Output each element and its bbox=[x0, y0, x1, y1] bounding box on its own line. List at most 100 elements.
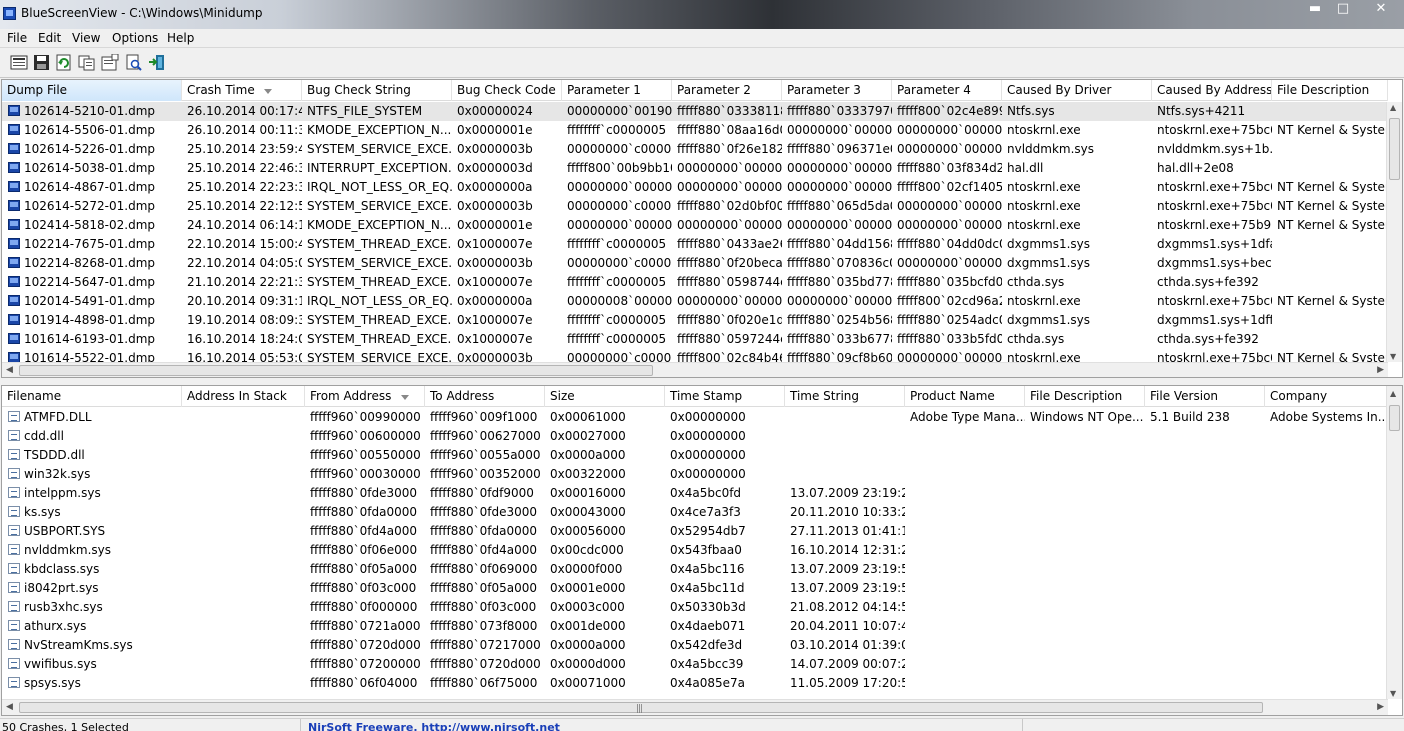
menu-file[interactable]: File bbox=[7, 31, 27, 45]
col-parameter-3[interactable]: Parameter 3 bbox=[782, 80, 892, 101]
col-bug-check-string[interactable]: Bug Check String bbox=[302, 80, 452, 101]
dump-file-icon bbox=[8, 200, 20, 211]
table-row[interactable]: 102014-5491-01.dmp 20.10.2014 09:31:16 IRQ… bbox=[2, 292, 1388, 311]
table-row[interactable]: 102214-7675-01.dmp 22.10.2014 15:00:43 SYS… bbox=[2, 235, 1388, 254]
table-row[interactable]: USBPORT.SYS fffff880`0fd4a000 fffff880`0fd… bbox=[2, 522, 1388, 541]
crash-list-vscroll[interactable]: ▲ ▼ bbox=[1386, 102, 1402, 362]
col-file-description[interactable]: File Description bbox=[1025, 386, 1145, 407]
col-caused-by-driver[interactable]: Caused By Driver bbox=[1002, 80, 1152, 101]
col-size[interactable]: Size bbox=[545, 386, 665, 407]
table-row[interactable]: NvStreamKms.sys fffff880`0720d000 fffff880… bbox=[2, 636, 1388, 655]
table-row[interactable]: athurx.sys fffff880`0721a000 fffff880`073f… bbox=[2, 617, 1388, 636]
col-filename[interactable]: Filename bbox=[2, 386, 182, 407]
table-row[interactable]: 102614-5226-01.dmp 25.10.2014 23:59:47 SYS… bbox=[2, 140, 1388, 159]
close-button[interactable]: ✕ bbox=[1358, 0, 1404, 20]
table-row[interactable]: vwifibus.sys fffff880`07200000 fffff880`07… bbox=[2, 655, 1388, 674]
scroll-thumb[interactable] bbox=[1389, 405, 1400, 431]
col-company[interactable]: Company bbox=[1265, 386, 1388, 407]
table-row[interactable]: 102614-5210-01.dmp 26.10.2014 00:17:42 NTF… bbox=[2, 102, 1388, 121]
table-row[interactable]: rusb3xhc.sys fffff880`0f000000 fffff880`0f… bbox=[2, 598, 1388, 617]
find-icon[interactable] bbox=[125, 54, 143, 71]
save-all-icon[interactable] bbox=[10, 54, 28, 71]
col-crash-time[interactable]: Crash Time bbox=[182, 80, 302, 101]
cell-caused-by-driver: ntoskrnl.exe bbox=[1007, 180, 1081, 194]
col-file-version[interactable]: File Version bbox=[1145, 386, 1265, 407]
col-to-address[interactable]: To Address bbox=[425, 386, 545, 407]
driver-list-hscroll[interactable]: ◀ ||| ▶ bbox=[2, 699, 1388, 715]
table-row[interactable]: ks.sys fffff880`0fda0000 fffff880`0fde3000… bbox=[2, 503, 1388, 522]
cell-file-description bbox=[1272, 140, 1388, 159]
table-row[interactable]: 102614-5038-01.dmp 25.10.2014 22:46:30 INT… bbox=[2, 159, 1388, 178]
cell-from-address: fffff880`0f05a000 bbox=[310, 562, 418, 576]
col-caused-by-address[interactable]: Caused By Address bbox=[1152, 80, 1272, 101]
hscroll-thumb[interactable] bbox=[19, 365, 653, 376]
scroll-left-icon[interactable]: ◀ bbox=[6, 702, 13, 712]
table-row[interactable]: TSDDD.dll fffff960`00550000 fffff960`0055a… bbox=[2, 446, 1388, 465]
col-file-description[interactable]: File Description bbox=[1272, 80, 1388, 101]
cell-time-string bbox=[785, 427, 905, 446]
scroll-up-icon[interactable]: ▲ bbox=[1390, 389, 1396, 398]
save-selected-icon[interactable] bbox=[33, 54, 51, 71]
nirsoft-link[interactable]: NirSoft Freeware. http://www.nirsoft.net bbox=[308, 721, 560, 731]
scroll-right-icon[interactable]: ▶ bbox=[1377, 702, 1384, 712]
table-row[interactable]: spsys.sys fffff880`06f04000 fffff880`06f75… bbox=[2, 674, 1388, 693]
col-parameter-2[interactable]: Parameter 2 bbox=[672, 80, 782, 101]
col-address-in-stack[interactable]: Address In Stack bbox=[182, 386, 305, 407]
hscroll-thumb[interactable]: ||| bbox=[19, 702, 1263, 714]
menu-view[interactable]: View bbox=[72, 31, 100, 45]
menu-options[interactable]: Options bbox=[112, 31, 158, 45]
table-row[interactable]: 102214-5647-01.dmp 21.10.2014 22:21:34 SYS… bbox=[2, 273, 1388, 292]
menu-help[interactable]: Help bbox=[167, 31, 194, 45]
minimize-button[interactable]: ▬ bbox=[1302, 0, 1328, 20]
scroll-up-icon[interactable]: ▲ bbox=[1390, 103, 1396, 112]
table-row[interactable]: 102614-5272-01.dmp 25.10.2014 22:12:52 SYS… bbox=[2, 197, 1388, 216]
maximize-button[interactable]: □ bbox=[1330, 0, 1356, 20]
dump-file-icon bbox=[8, 257, 20, 268]
cell-time-stamp: 0x4daeb071 bbox=[670, 619, 746, 633]
col-parameter-1[interactable]: Parameter 1 bbox=[562, 80, 672, 101]
table-row[interactable]: i8042prt.sys fffff880`0f03c000 fffff880`0f… bbox=[2, 579, 1388, 598]
scroll-right-icon[interactable]: ▶ bbox=[1377, 365, 1384, 375]
scroll-left-icon[interactable]: ◀ bbox=[6, 365, 13, 375]
table-row[interactable]: 102214-8268-01.dmp 22.10.2014 04:05:09 SYS… bbox=[2, 254, 1388, 273]
table-row[interactable]: 102614-4867-01.dmp 25.10.2014 22:23:34 IRQ… bbox=[2, 178, 1388, 197]
cell-address-in-stack bbox=[182, 560, 305, 579]
col-time-string[interactable]: Time String bbox=[785, 386, 905, 407]
cell-file-description bbox=[1025, 655, 1145, 674]
table-row[interactable]: 102614-5506-01.dmp 26.10.2014 00:11:36 KMO… bbox=[2, 121, 1388, 140]
table-row[interactable]: cdd.dll fffff960`00600000 fffff960`0062700… bbox=[2, 427, 1388, 446]
table-row[interactable]: 101614-6193-01.dmp 16.10.2014 18:24:07 SYS… bbox=[2, 330, 1388, 349]
col-bug-check-code[interactable]: Bug Check Code bbox=[452, 80, 562, 101]
properties-icon[interactable] bbox=[101, 54, 119, 71]
table-row[interactable]: ATMFD.DLL fffff960`00990000 fffff960`009f1… bbox=[2, 408, 1388, 427]
table-row[interactable]: intelppm.sys fffff880`0fde3000 fffff880`0f… bbox=[2, 484, 1388, 503]
scroll-down-icon[interactable]: ▼ bbox=[1390, 352, 1396, 361]
table-row[interactable]: win32k.sys fffff960`00030000 fffff960`0035… bbox=[2, 465, 1388, 484]
col-dump-file[interactable]: Dump File bbox=[2, 80, 182, 101]
cell-address-in-stack bbox=[182, 427, 305, 446]
scroll-down-icon[interactable]: ▼ bbox=[1390, 689, 1396, 698]
cell-product-name bbox=[905, 446, 1025, 465]
col-from-address[interactable]: From Address bbox=[305, 386, 425, 407]
cell-caused-by-driver: ntoskrnl.exe bbox=[1007, 123, 1081, 137]
exit-icon[interactable] bbox=[148, 54, 166, 71]
driver-file-icon bbox=[8, 506, 20, 517]
col-product-name[interactable]: Product Name bbox=[905, 386, 1025, 407]
cell-to-address: fffff880`06f75000 bbox=[430, 676, 538, 690]
copy-icon[interactable] bbox=[78, 54, 96, 71]
table-row[interactable]: nvlddmkm.sys fffff880`0f06e000 fffff880`0f… bbox=[2, 541, 1388, 560]
cell-caused-by-address: hal.dll+2e08 bbox=[1157, 161, 1234, 175]
crash-list-hscroll[interactable]: ◀ ▶ bbox=[2, 362, 1388, 377]
cell-to-address: fffff880`07217000 bbox=[430, 638, 541, 652]
scroll-thumb[interactable] bbox=[1389, 118, 1400, 180]
driver-list-vscroll[interactable]: ▲ ▼ bbox=[1386, 386, 1402, 699]
table-row[interactable]: 102414-5818-02.dmp 24.10.2014 06:14:12 KMO… bbox=[2, 216, 1388, 235]
menu-edit[interactable]: Edit bbox=[38, 31, 61, 45]
col-parameter-4[interactable]: Parameter 4 bbox=[892, 80, 1002, 101]
table-row[interactable]: kbdclass.sys fffff880`0f05a000 fffff880`0f… bbox=[2, 560, 1388, 579]
col-time-stamp[interactable]: Time Stamp bbox=[665, 386, 785, 407]
cell-product-name bbox=[905, 522, 1025, 541]
table-row[interactable]: 101914-4898-01.dmp 19.10.2014 08:09:34 SYS… bbox=[2, 311, 1388, 330]
refresh-icon[interactable] bbox=[55, 54, 73, 71]
cell-dump-file: 102614-5038-01.dmp bbox=[2, 159, 182, 178]
